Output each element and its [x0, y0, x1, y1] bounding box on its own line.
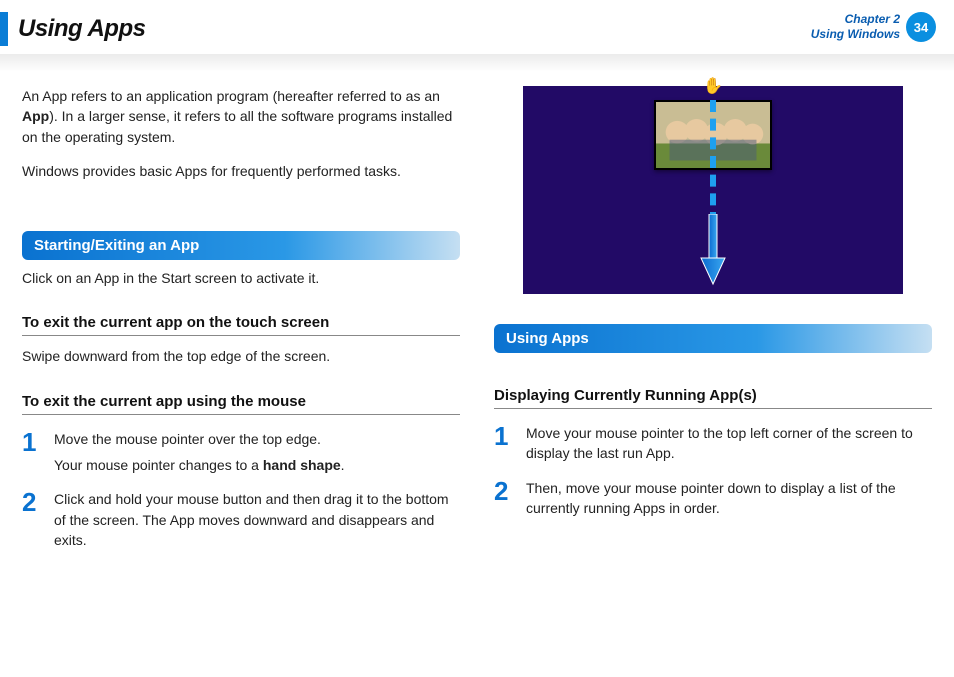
- heading1-body: Click on an App in the Start screen to a…: [22, 268, 460, 288]
- subhead-displaying-running: Displaying Currently Running App(s): [494, 387, 932, 409]
- step-text-2b: .: [341, 457, 345, 473]
- step-text: Move your mouse pointer to the top left …: [526, 423, 932, 464]
- step-text-2a: Your mouse pointer changes to a: [54, 457, 263, 473]
- step-body: Move your mouse pointer to the top left …: [526, 423, 932, 464]
- chapter-label: Chapter 2 Using Windows: [811, 12, 900, 42]
- content-area: An App refers to an application program …: [0, 56, 954, 550]
- step-number: 2: [22, 489, 42, 550]
- step-text: Click and hold your mouse button and the…: [54, 489, 460, 550]
- right-column: ✋: [494, 86, 932, 550]
- left-column: An App refers to an application program …: [22, 86, 460, 550]
- intro-paragraph-2: Windows provides basic Apps for frequent…: [22, 161, 460, 181]
- drag-path-line: [710, 100, 716, 224]
- chapter-line-2: Using Windows: [811, 27, 900, 42]
- step-text-line2: Your mouse pointer changes to a hand sha…: [54, 455, 460, 475]
- step-text-2bold: hand shape: [263, 457, 341, 473]
- page-header: Using Apps Chapter 2 Using Windows 34: [0, 0, 954, 56]
- left-step-1: 1 Move the mouse pointer over the top ed…: [22, 429, 460, 476]
- step-body: Move the mouse pointer over the top edge…: [54, 429, 460, 476]
- subhead-exit-mouse: To exit the current app using the mouse: [22, 393, 460, 415]
- intro-text-b: ). In a larger sense, it refers to all t…: [22, 108, 452, 144]
- header-right: Chapter 2 Using Windows 34: [811, 12, 942, 42]
- intro-bold: App: [22, 108, 49, 124]
- drag-down-illustration: ✋: [523, 86, 903, 294]
- header-left: Using Apps: [0, 12, 145, 46]
- header-accent-bar: [0, 12, 8, 46]
- arrow-down-icon: [700, 214, 726, 286]
- step-text-line1: Move the mouse pointer over the top edge…: [54, 429, 460, 449]
- cursor-hand-icon: ✋: [703, 76, 723, 96]
- step-text: Then, move your mouse pointer down to di…: [526, 478, 932, 519]
- right-step-1: 1 Move your mouse pointer to the top lef…: [494, 423, 932, 464]
- intro-text-a: An App refers to an application program …: [22, 88, 440, 104]
- step-body: Then, move your mouse pointer down to di…: [526, 478, 932, 519]
- section-heading-starting-exiting: Starting/Exiting an App: [22, 231, 460, 260]
- step-number: 2: [494, 478, 514, 519]
- page-title: Using Apps: [18, 15, 145, 43]
- page-number-badge: 34: [906, 12, 936, 42]
- step-number: 1: [22, 429, 42, 476]
- chapter-line-1: Chapter 2: [811, 12, 900, 27]
- intro-paragraph-1: An App refers to an application program …: [22, 86, 460, 147]
- step-body: Click and hold your mouse button and the…: [54, 489, 460, 550]
- section-heading-using-apps: Using Apps: [494, 324, 932, 353]
- subhead-exit-touch: To exit the current app on the touch scr…: [22, 314, 460, 336]
- right-step-2: 2 Then, move your mouse pointer down to …: [494, 478, 932, 519]
- step-number: 1: [494, 423, 514, 464]
- sub1-body: Swipe downward from the top edge of the …: [22, 346, 460, 366]
- left-step-2: 2 Click and hold your mouse button and t…: [22, 489, 460, 550]
